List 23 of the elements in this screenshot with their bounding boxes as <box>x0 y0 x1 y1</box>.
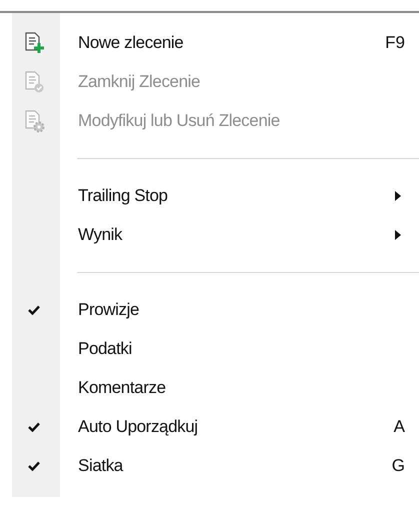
menu-item-label: Trailing Stop <box>78 184 169 207</box>
menu-item-label: Auto Uporządkuj <box>78 416 199 438</box>
menu-item[interactable]: Prowizje <box>0 290 419 329</box>
menu-item-label: Zamknij Zlecenie <box>78 70 202 93</box>
menu-item[interactable]: Nowe zlecenie F9 <box>0 23 419 62</box>
menu-item-label: Siatka <box>78 454 124 477</box>
menu-item-label: Prowizje <box>78 298 140 321</box>
submenu-item[interactable]: Wynik <box>0 215 419 254</box>
submenu-arrow-icon <box>395 230 401 240</box>
menu-item-label: Nowe zlecenie <box>78 32 184 54</box>
menu-item[interactable]: Komentarze <box>0 368 419 407</box>
shortcut-key: A <box>394 414 405 440</box>
shortcut-key: F9 <box>385 30 405 56</box>
submenu-item[interactable]: Trailing Stop <box>0 176 419 215</box>
submenu-arrow-icon <box>395 190 401 200</box>
menu-item-label: Wynik <box>78 224 124 246</box>
menu-item-label: Podatki <box>78 338 133 360</box>
menu-item[interactable]: Auto Uporządkuj A <box>0 407 419 446</box>
menu-item-label: Modyfikuj lub Usuń Zlecenie <box>78 110 281 132</box>
menu-item[interactable]: Podatki <box>0 329 419 368</box>
menu-item[interactable]: Siatka G <box>0 446 419 485</box>
shortcut-key: G <box>392 452 405 478</box>
menu-item-label: Komentarze <box>78 376 167 399</box>
